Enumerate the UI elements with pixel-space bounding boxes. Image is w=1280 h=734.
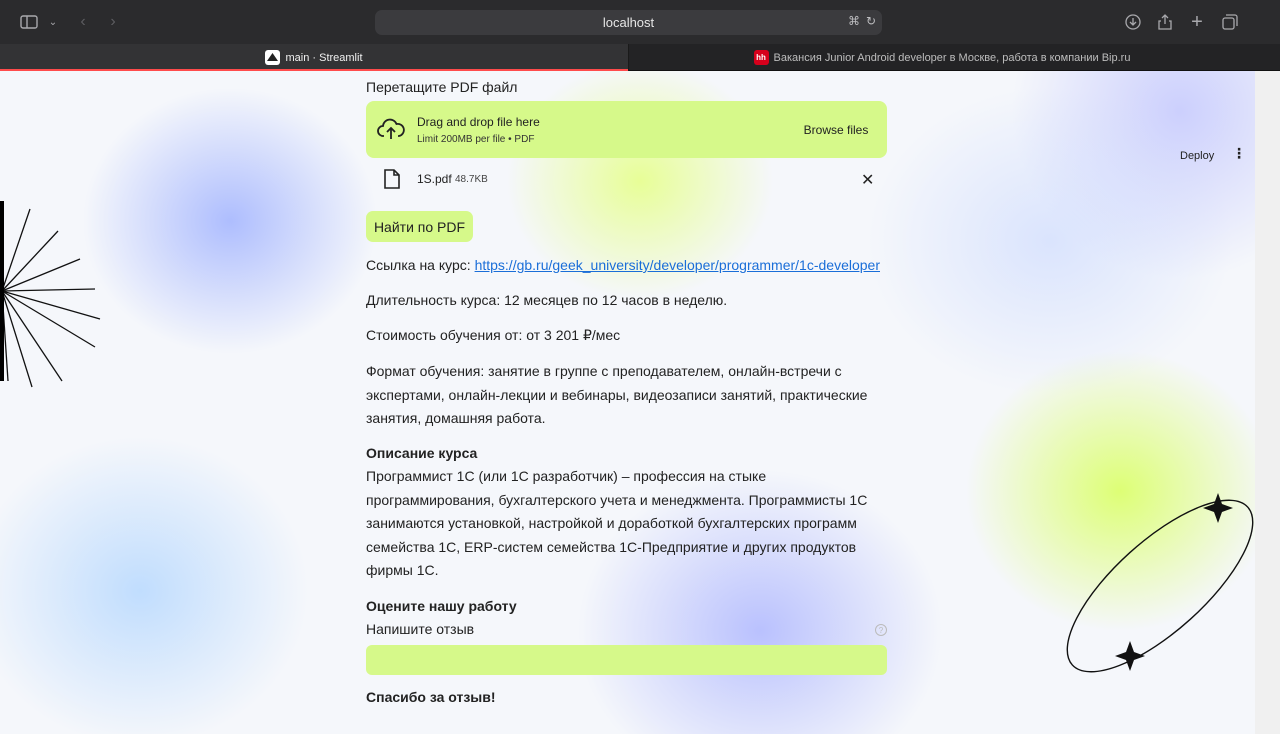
sidebar-toggle-icon[interactable] [16,10,42,34]
dropzone-title: Drag and drop file here [417,115,540,129]
translate-icon[interactable]: ⌘ [848,14,860,28]
tab-strip: main · Streamlit hh Вакансия Junior Andr… [0,44,1280,71]
address-bar[interactable]: localhost ⌘ ↻ [375,10,882,35]
course-link-label: Ссылка на курс: [366,257,471,273]
course-description: Программист 1С (или 1С разработчик) – пр… [366,468,868,578]
starburst-decoration-icon [1,208,101,388]
chevron-down-icon[interactable]: ⌄ [40,10,66,34]
remove-file-icon[interactable]: ✕ [861,170,874,190]
tab-overview-icon[interactable] [1217,10,1243,34]
reload-icon[interactable]: ↻ [866,14,876,28]
file-name: 1S.pdf [417,172,452,186]
url-text: localhost [602,15,655,30]
tab-hh[interactable]: hh Вакансия Junior Android developer в М… [628,44,1255,71]
back-icon[interactable]: ‹ [70,10,96,34]
tab-label: main · Streamlit [285,51,363,64]
hh-icon: hh [753,50,769,65]
feedback-input[interactable] [366,645,887,675]
file-icon [384,169,400,189]
search-pdf-button[interactable]: Найти по PDF [366,211,473,242]
feedback-input-label: Напишите отзыв [366,621,475,637]
orbit-decoration-icon [1066,493,1254,673]
edge-line [0,201,4,381]
uploaded-file: 1S.pdf 48.7KB ✕ [366,167,887,195]
streamlit-page: Deploy ⋮ Перетащите PDF файл Drag and dr… [0,71,1255,734]
file-dropzone[interactable]: Drag and drop file here Limit 200MB per … [366,101,887,158]
feedback-thanks: Спасибо за отзыв! [366,689,496,705]
tab-streamlit[interactable]: main · Streamlit [0,44,628,71]
window-edge [1255,71,1280,734]
download-icon[interactable] [1120,10,1146,34]
forward-icon[interactable]: › [100,10,126,34]
browse-files-button[interactable]: Browse files [797,117,875,143]
feedback-title: Оцените нашу работу [366,598,517,614]
deploy-button[interactable]: Deploy [1180,150,1214,162]
main-menu-icon[interactable]: ⋮ [1232,145,1246,162]
file-size: 48.7KB [455,174,488,185]
help-icon[interactable]: ? [875,624,887,636]
cloud-upload-icon [377,118,405,139]
description-title: Описание курса [366,445,478,461]
streamlit-icon [265,50,281,65]
new-tab-icon[interactable]: + [1184,10,1210,34]
uploader-label: Перетащите PDF файл [366,79,518,95]
share-icon[interactable] [1152,10,1178,34]
browser-toolbar: ⌄ ‹ › localhost ⌘ ↻ + [0,0,1280,44]
course-duration: Длительность курса: 12 месяцев по 12 час… [366,292,728,308]
dropzone-subtitle: Limit 200MB per file • PDF [417,134,535,145]
course-link[interactable]: https://gb.ru/geek_university/developer/… [475,257,880,273]
course-link-line: Ссылка на курс: https://gb.ru/geek_unive… [366,254,887,278]
tab-label: Вакансия Junior Android developer в Моск… [773,51,1131,64]
course-price: Стоимость обучения от: от 3 201 ₽/мес [366,327,621,343]
course-format: Формат обучения: занятие в группе с преп… [366,363,868,426]
